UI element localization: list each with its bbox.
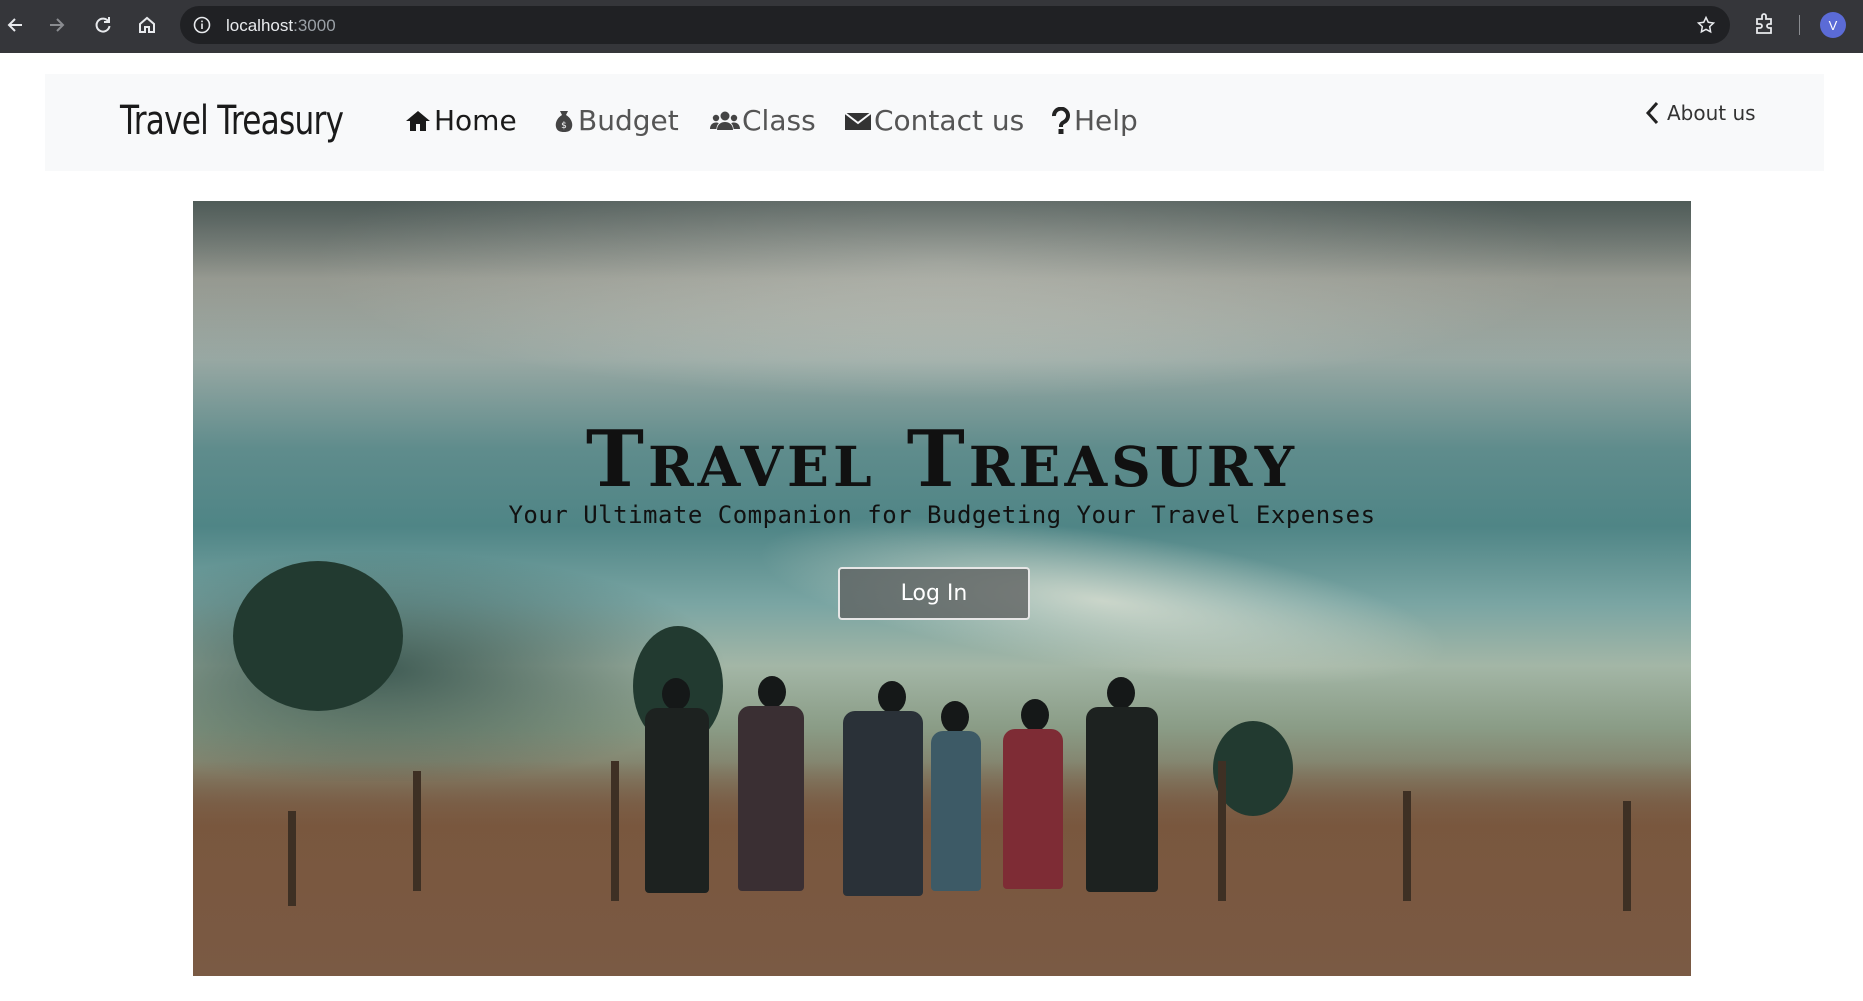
browser-toolbar: localhost:3000 V	[0, 0, 1863, 53]
nav-budget[interactable]: $ Budget	[552, 104, 679, 137]
traveler	[843, 711, 923, 896]
traveler-head	[941, 701, 969, 733]
svg-text:$: $	[561, 121, 567, 131]
toolbar-divider	[1799, 15, 1800, 35]
chevron-left-icon	[1645, 101, 1659, 125]
traveler	[1003, 729, 1063, 889]
hero-sky	[193, 201, 1691, 361]
traveler-head	[662, 678, 690, 710]
nav-help-label: Help	[1074, 104, 1138, 137]
back-arrow-icon[interactable]	[0, 10, 30, 40]
nav-contact[interactable]: Contact us	[844, 104, 1024, 137]
url-text[interactable]: localhost:3000	[226, 16, 336, 36]
fence-post	[1623, 801, 1631, 911]
traveler-head	[1021, 699, 1049, 731]
brand-logo[interactable]: Travel Treasury	[120, 98, 344, 144]
home-icon[interactable]	[132, 10, 162, 40]
hero-subtitle: Your Ultimate Companion for Budgeting Yo…	[508, 501, 1376, 529]
traveler	[1086, 707, 1158, 892]
home-icon	[406, 110, 430, 131]
users-icon	[710, 111, 740, 130]
url-port: :3000	[293, 16, 336, 35]
forward-arrow-icon[interactable]	[42, 10, 72, 40]
nav-class[interactable]: Class	[710, 104, 816, 137]
hero-title: Travel Treasury	[585, 414, 1299, 505]
nav-class-label: Class	[742, 104, 816, 137]
site-navbar: Travel Treasury Home $ Budget Class Cont…	[45, 74, 1824, 171]
url-host: localhost	[226, 16, 294, 35]
traveler	[738, 706, 804, 891]
info-icon[interactable]	[192, 15, 212, 35]
fence-post	[1403, 791, 1411, 901]
extensions-icon[interactable]	[1752, 11, 1778, 37]
nav-contact-label: Contact us	[874, 104, 1025, 137]
fence-post	[288, 811, 296, 906]
fence-post	[413, 771, 421, 891]
hero-banner: Travel Treasury Your Ultimate Companion …	[193, 201, 1691, 976]
traveler-head	[878, 681, 906, 713]
envelope-icon	[844, 111, 872, 130]
traveler	[645, 708, 709, 893]
traveler-head	[1107, 677, 1135, 709]
address-bar[interactable]: localhost:3000	[180, 6, 1730, 44]
star-icon[interactable]	[1696, 15, 1716, 35]
nav-home[interactable]: Home	[404, 104, 517, 137]
fence-post	[611, 761, 619, 901]
reload-icon[interactable]	[88, 10, 118, 40]
profile-avatar[interactable]: V	[1820, 12, 1846, 38]
traveler	[931, 731, 981, 891]
hero-tree	[233, 561, 403, 711]
traveler-head	[758, 676, 786, 708]
login-button[interactable]: Log In	[838, 567, 1030, 620]
nav-budget-label: Budget	[578, 104, 679, 137]
about-us-link[interactable]: About us	[1645, 101, 1756, 125]
nav-home-label: Home	[434, 104, 517, 137]
nav-help[interactable]: Help	[1050, 104, 1138, 137]
about-us-label: About us	[1667, 101, 1756, 125]
question-icon	[1052, 106, 1070, 134]
fence-post	[1218, 761, 1226, 901]
money-bag-icon: $	[555, 110, 573, 132]
